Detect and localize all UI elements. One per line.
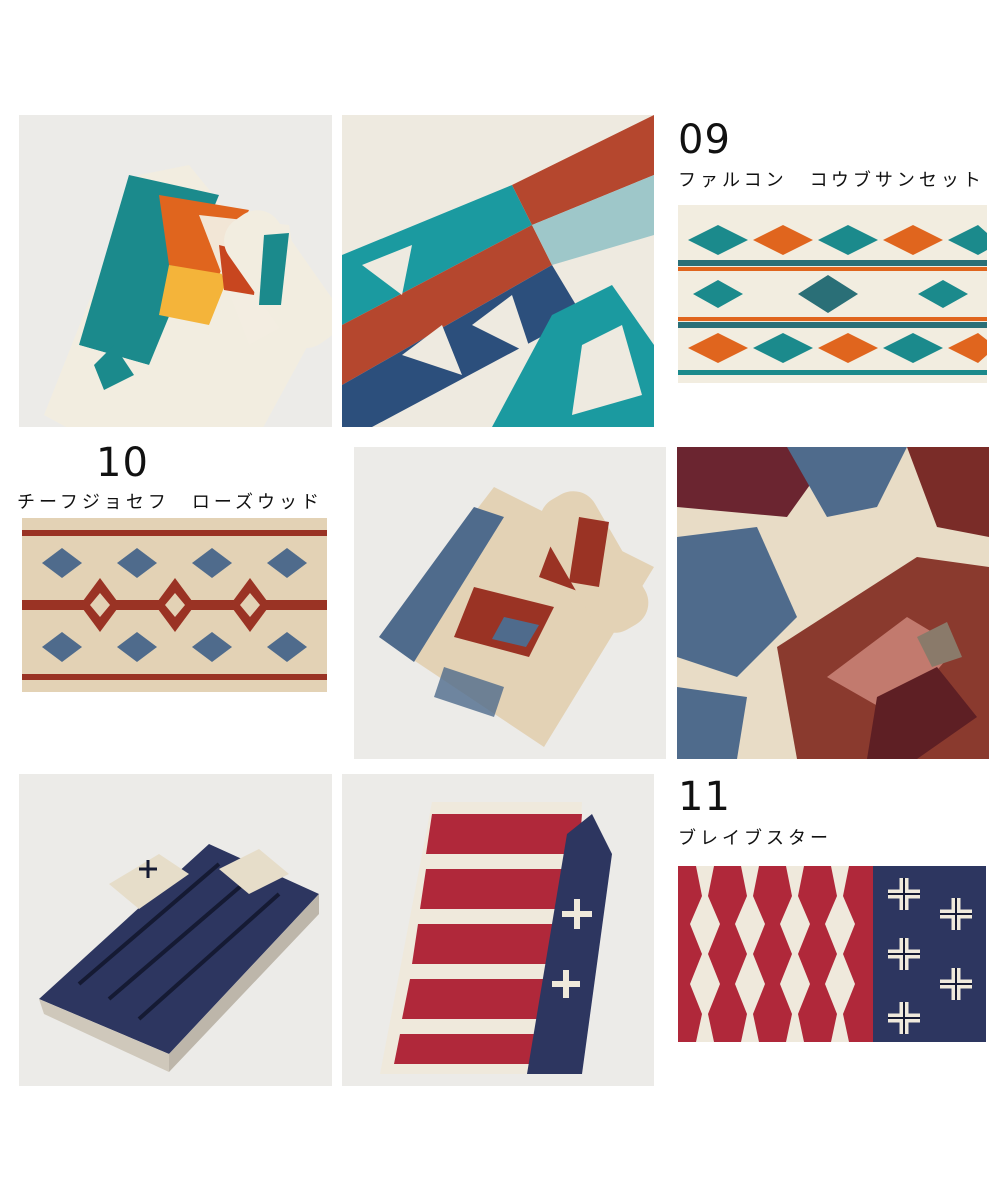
falcon-cove-closeup-photo <box>342 115 654 427</box>
falcon-cove-flat-towel-photo <box>678 205 987 383</box>
chief-joseph-rolled-towel-photo <box>354 447 666 759</box>
chief-joseph-flat-towel-photo <box>22 518 327 692</box>
falcon-cove-rolled-towel-photo <box>19 115 332 427</box>
product-number: 11 <box>678 774 731 820</box>
brave-star-draped-towel-photo <box>342 774 654 1086</box>
product-number: 09 <box>678 117 731 163</box>
product-name: ブレイブスター <box>678 828 832 849</box>
brave-star-flat-towel-photo <box>678 866 986 1042</box>
brave-star-folded-towel-photo <box>19 774 332 1086</box>
product-number: 10 <box>96 440 149 486</box>
product-name: チーフジョセフ ローズウッド <box>17 492 324 513</box>
product-name: ファルコン コウブサンセット <box>678 170 985 191</box>
chief-joseph-closeup-photo <box>677 447 989 759</box>
